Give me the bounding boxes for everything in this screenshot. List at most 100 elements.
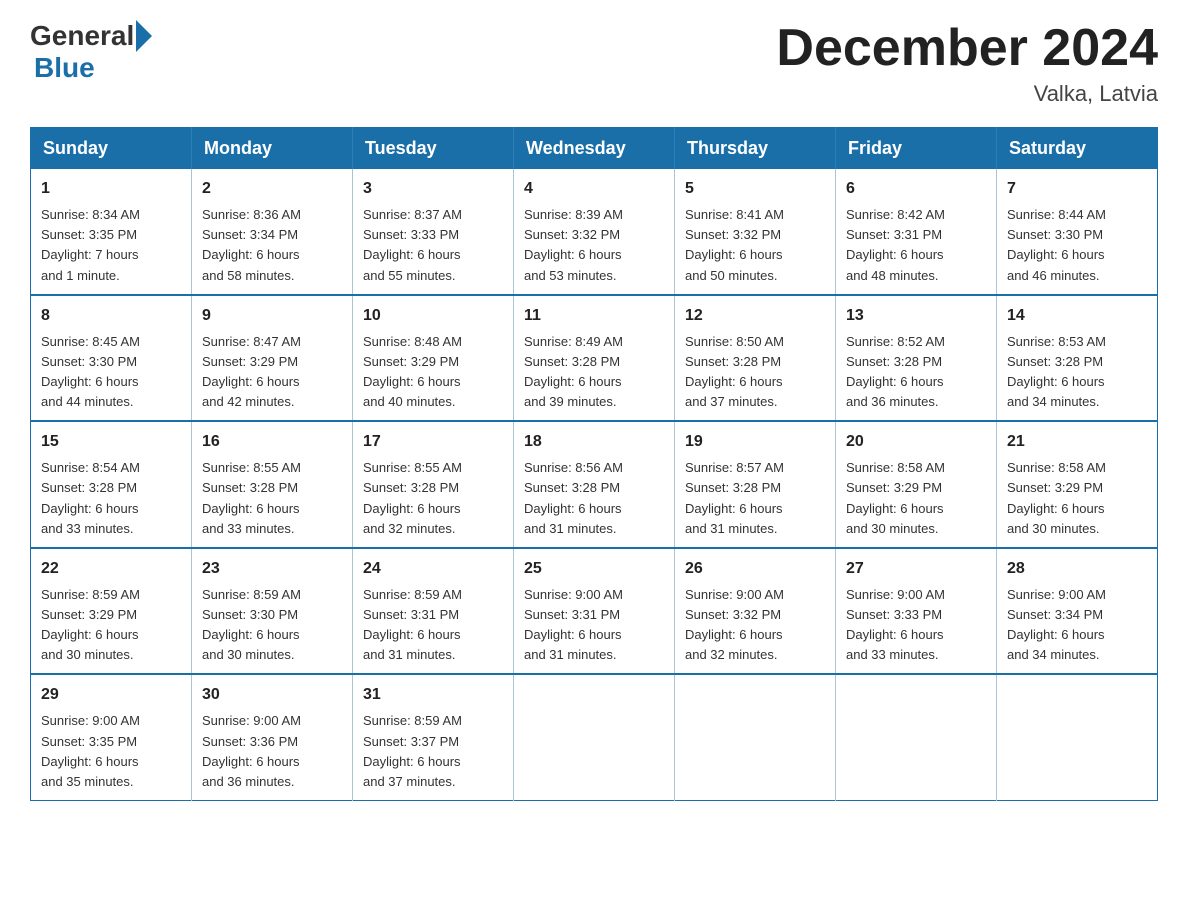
day-info: Sunrise: 8:56 AMSunset: 3:28 PMDaylight:… bbox=[524, 458, 664, 539]
day-number: 30 bbox=[202, 683, 342, 707]
day-number: 6 bbox=[846, 177, 986, 201]
day-info: Sunrise: 8:48 AMSunset: 3:29 PMDaylight:… bbox=[363, 332, 503, 413]
location-label: Valka, Latvia bbox=[776, 81, 1158, 107]
day-header-sunday: Sunday bbox=[31, 128, 192, 170]
logo-blue-text: Blue bbox=[34, 52, 95, 83]
calendar-cell: 26 Sunrise: 9:00 AMSunset: 3:32 PMDayligh… bbox=[675, 548, 836, 675]
calendar-cell: 9Sunrise: 8:47 AMSunset: 3:29 PMDaylight… bbox=[192, 295, 353, 422]
calendar-cell: 21 Sunrise: 8:58 AMSunset: 3:29 PMDayligh… bbox=[997, 421, 1158, 548]
day-number: 1 bbox=[41, 177, 181, 201]
day-info: Sunrise: 9:00 AMSunset: 3:35 PMDaylight:… bbox=[41, 711, 181, 792]
day-info: Sunrise: 8:59 AMSunset: 3:37 PMDaylight:… bbox=[363, 711, 503, 792]
day-number: 31 bbox=[363, 683, 503, 707]
day-number: 20 bbox=[846, 430, 986, 454]
day-info: Sunrise: 8:52 AMSunset: 3:28 PMDaylight:… bbox=[846, 332, 986, 413]
calendar-cell: 22Sunrise: 8:59 AMSunset: 3:29 PMDayligh… bbox=[31, 548, 192, 675]
page-header: General Blue December 2024 Valka, Latvia bbox=[30, 20, 1158, 107]
day-header-tuesday: Tuesday bbox=[353, 128, 514, 170]
calendar-cell: 14Sunrise: 8:53 AMSunset: 3:28 PMDayligh… bbox=[997, 295, 1158, 422]
calendar-table: SundayMondayTuesdayWednesdayThursdayFrid… bbox=[30, 127, 1158, 801]
calendar-cell bbox=[675, 674, 836, 800]
day-info: Sunrise: 8:59 AMSunset: 3:29 PMDaylight:… bbox=[41, 585, 181, 666]
calendar-cell: 29 Sunrise: 9:00 AMSunset: 3:35 PMDayligh… bbox=[31, 674, 192, 800]
day-number: 3 bbox=[363, 177, 503, 201]
calendar-cell: 8 Sunrise: 8:45 AMSunset: 3:30 PMDaylight… bbox=[31, 295, 192, 422]
day-number: 10 bbox=[363, 304, 503, 328]
day-info: Sunrise: 8:59 AMSunset: 3:30 PMDaylight:… bbox=[202, 585, 342, 666]
calendar-cell: 2Sunrise: 8:36 AMSunset: 3:34 PMDaylight… bbox=[192, 169, 353, 295]
calendar-cell: 6 Sunrise: 8:42 AMSunset: 3:31 PMDaylight… bbox=[836, 169, 997, 295]
calendar-cell: 20 Sunrise: 8:58 AMSunset: 3:29 PMDayligh… bbox=[836, 421, 997, 548]
day-info: Sunrise: 8:45 AMSunset: 3:30 PMDaylight:… bbox=[41, 332, 181, 413]
logo-triangle-icon bbox=[136, 20, 152, 52]
day-number: 21 bbox=[1007, 430, 1147, 454]
calendar-cell: 18 Sunrise: 8:56 AMSunset: 3:28 PMDayligh… bbox=[514, 421, 675, 548]
day-info: Sunrise: 9:00 AMSunset: 3:33 PMDaylight:… bbox=[846, 585, 986, 666]
day-number: 12 bbox=[685, 304, 825, 328]
calendar-cell: 7 Sunrise: 8:44 AMSunset: 3:30 PMDaylight… bbox=[997, 169, 1158, 295]
day-info: Sunrise: 9:00 AMSunset: 3:36 PMDaylight:… bbox=[202, 711, 342, 792]
day-info: Sunrise: 8:50 AMSunset: 3:28 PMDaylight:… bbox=[685, 332, 825, 413]
day-info: Sunrise: 8:55 AMSunset: 3:28 PMDaylight:… bbox=[202, 458, 342, 539]
day-number: 18 bbox=[524, 430, 664, 454]
day-info: Sunrise: 9:00 AMSunset: 3:32 PMDaylight:… bbox=[685, 585, 825, 666]
day-info: Sunrise: 8:55 AMSunset: 3:28 PMDaylight:… bbox=[363, 458, 503, 539]
calendar-cell: 16Sunrise: 8:55 AMSunset: 3:28 PMDayligh… bbox=[192, 421, 353, 548]
day-number: 13 bbox=[846, 304, 986, 328]
day-header-saturday: Saturday bbox=[997, 128, 1158, 170]
day-number: 4 bbox=[524, 177, 664, 201]
calendar-cell: 19 Sunrise: 8:57 AMSunset: 3:28 PMDayligh… bbox=[675, 421, 836, 548]
day-info: Sunrise: 8:54 AMSunset: 3:28 PMDaylight:… bbox=[41, 458, 181, 539]
calendar-cell: 12 Sunrise: 8:50 AMSunset: 3:28 PMDayligh… bbox=[675, 295, 836, 422]
day-info: Sunrise: 8:49 AMSunset: 3:28 PMDaylight:… bbox=[524, 332, 664, 413]
day-info: Sunrise: 8:41 AMSunset: 3:32 PMDaylight:… bbox=[685, 205, 825, 286]
day-number: 26 bbox=[685, 557, 825, 581]
day-number: 2 bbox=[202, 177, 342, 201]
day-number: 24 bbox=[363, 557, 503, 581]
day-number: 23 bbox=[202, 557, 342, 581]
calendar-cell bbox=[836, 674, 997, 800]
calendar-cell: 3Sunrise: 8:37 AMSunset: 3:33 PMDaylight… bbox=[353, 169, 514, 295]
calendar-week-1: 1 Sunrise: 8:34 AMSunset: 3:35 PMDaylight… bbox=[31, 169, 1158, 295]
day-number: 15 bbox=[41, 430, 181, 454]
day-info: Sunrise: 9:00 AMSunset: 3:31 PMDaylight:… bbox=[524, 585, 664, 666]
calendar-cell: 27 Sunrise: 9:00 AMSunset: 3:33 PMDayligh… bbox=[836, 548, 997, 675]
day-info: Sunrise: 8:58 AMSunset: 3:29 PMDaylight:… bbox=[1007, 458, 1147, 539]
day-info: Sunrise: 9:00 AMSunset: 3:34 PMDaylight:… bbox=[1007, 585, 1147, 666]
calendar-cell: 25 Sunrise: 9:00 AMSunset: 3:31 PMDayligh… bbox=[514, 548, 675, 675]
day-number: 8 bbox=[41, 304, 181, 328]
day-info: Sunrise: 8:44 AMSunset: 3:30 PMDaylight:… bbox=[1007, 205, 1147, 286]
day-number: 29 bbox=[41, 683, 181, 707]
logo-general-text: General bbox=[30, 20, 134, 52]
day-info: Sunrise: 8:34 AMSunset: 3:35 PMDaylight:… bbox=[41, 205, 181, 286]
calendar-cell: 30 Sunrise: 9:00 AMSunset: 3:36 PMDayligh… bbox=[192, 674, 353, 800]
calendar-cell: 23 Sunrise: 8:59 AMSunset: 3:30 PMDayligh… bbox=[192, 548, 353, 675]
title-area: December 2024 Valka, Latvia bbox=[776, 20, 1158, 107]
day-info: Sunrise: 8:53 AMSunset: 3:28 PMDaylight:… bbox=[1007, 332, 1147, 413]
day-header-thursday: Thursday bbox=[675, 128, 836, 170]
calendar-header: SundayMondayTuesdayWednesdayThursdayFrid… bbox=[31, 128, 1158, 170]
calendar-cell: 15 Sunrise: 8:54 AMSunset: 3:28 PMDayligh… bbox=[31, 421, 192, 548]
day-header-friday: Friday bbox=[836, 128, 997, 170]
day-header-monday: Monday bbox=[192, 128, 353, 170]
calendar-cell: 17Sunrise: 8:55 AMSunset: 3:28 PMDayligh… bbox=[353, 421, 514, 548]
calendar-cell: 5Sunrise: 8:41 AMSunset: 3:32 PMDaylight… bbox=[675, 169, 836, 295]
day-info: Sunrise: 8:42 AMSunset: 3:31 PMDaylight:… bbox=[846, 205, 986, 286]
calendar-cell: 1 Sunrise: 8:34 AMSunset: 3:35 PMDaylight… bbox=[31, 169, 192, 295]
calendar-cell: 24 Sunrise: 8:59 AMSunset: 3:31 PMDayligh… bbox=[353, 548, 514, 675]
day-number: 19 bbox=[685, 430, 825, 454]
calendar-cell bbox=[514, 674, 675, 800]
day-number: 27 bbox=[846, 557, 986, 581]
day-info: Sunrise: 8:58 AMSunset: 3:29 PMDaylight:… bbox=[846, 458, 986, 539]
day-number: 7 bbox=[1007, 177, 1147, 201]
calendar-body: 1 Sunrise: 8:34 AMSunset: 3:35 PMDaylight… bbox=[31, 169, 1158, 800]
day-number: 25 bbox=[524, 557, 664, 581]
day-info: Sunrise: 8:57 AMSunset: 3:28 PMDaylight:… bbox=[685, 458, 825, 539]
day-number: 9 bbox=[202, 304, 342, 328]
logo: General Blue bbox=[30, 20, 154, 84]
day-number: 11 bbox=[524, 304, 664, 328]
calendar-cell: 10 Sunrise: 8:48 AMSunset: 3:29 PMDayligh… bbox=[353, 295, 514, 422]
calendar-cell bbox=[997, 674, 1158, 800]
calendar-cell: 4Sunrise: 8:39 AMSunset: 3:32 PMDaylight… bbox=[514, 169, 675, 295]
day-info: Sunrise: 8:59 AMSunset: 3:31 PMDaylight:… bbox=[363, 585, 503, 666]
